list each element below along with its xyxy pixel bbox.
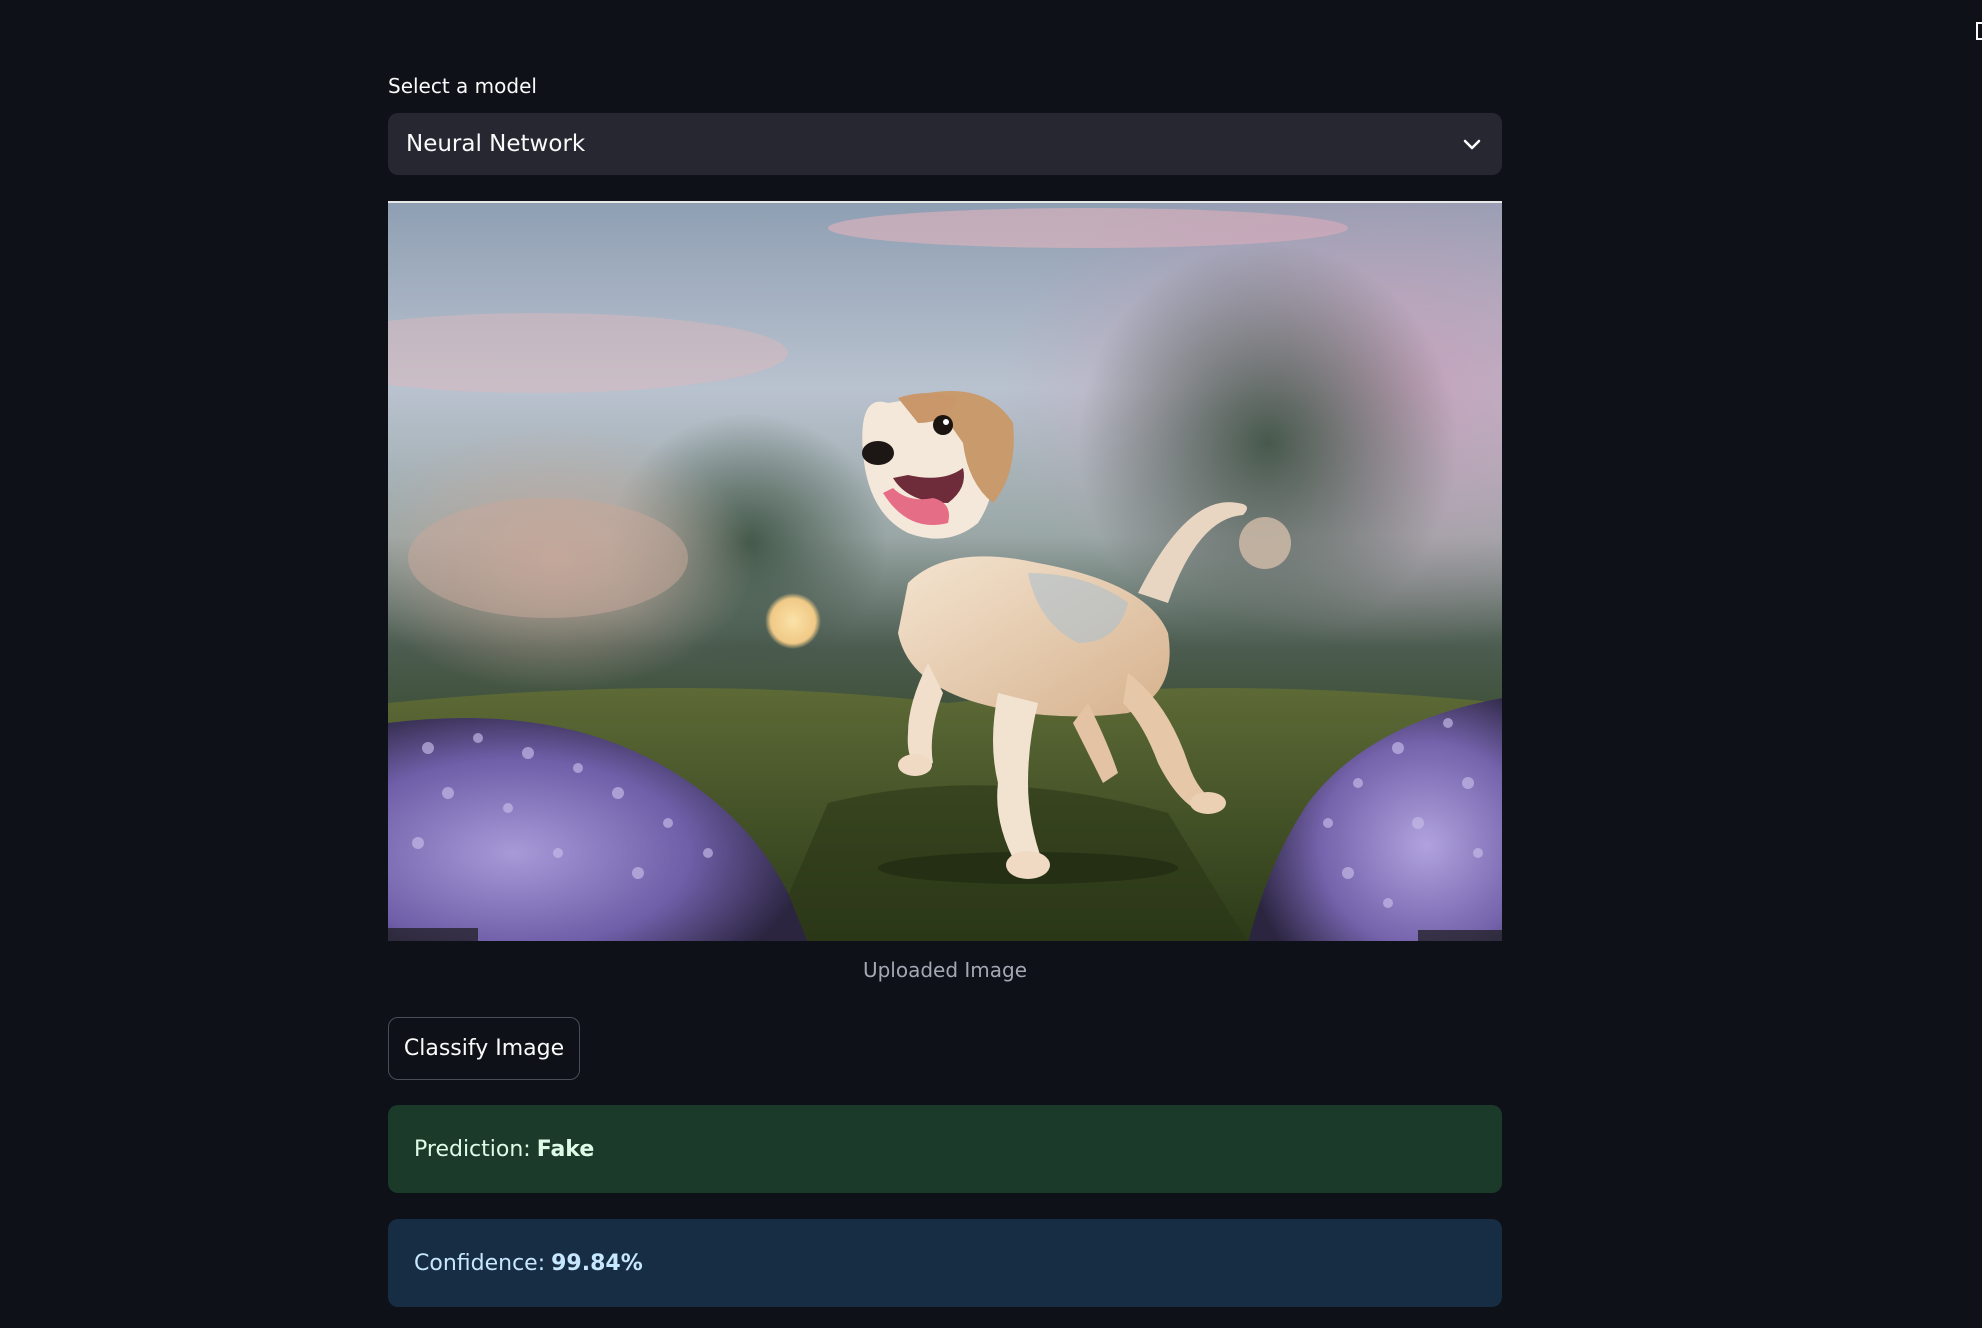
confidence-alert: Confidence: 99.84% bbox=[388, 1219, 1502, 1307]
confidence-label: Confidence: bbox=[414, 1250, 546, 1276]
uploaded-image bbox=[388, 201, 1502, 941]
app-page: Select a model Neural Network Uploaded I… bbox=[0, 0, 1982, 1328]
model-select[interactable]: Neural Network bbox=[388, 113, 1502, 175]
confidence-value: 99.84% bbox=[551, 1250, 643, 1276]
prediction-alert: Prediction: Fake bbox=[388, 1105, 1502, 1193]
model-select-label: Select a model bbox=[388, 74, 537, 98]
model-select-value: Neural Network bbox=[406, 131, 586, 157]
classify-image-button[interactable]: Classify Image bbox=[388, 1017, 580, 1080]
prediction-value: Fake bbox=[536, 1136, 595, 1162]
image-caption: Uploaded Image bbox=[862, 958, 1028, 982]
prediction-label: Prediction: bbox=[414, 1136, 531, 1162]
chevron-down-icon bbox=[1463, 139, 1481, 150]
fullscreen-icon[interactable] bbox=[1976, 22, 1982, 40]
